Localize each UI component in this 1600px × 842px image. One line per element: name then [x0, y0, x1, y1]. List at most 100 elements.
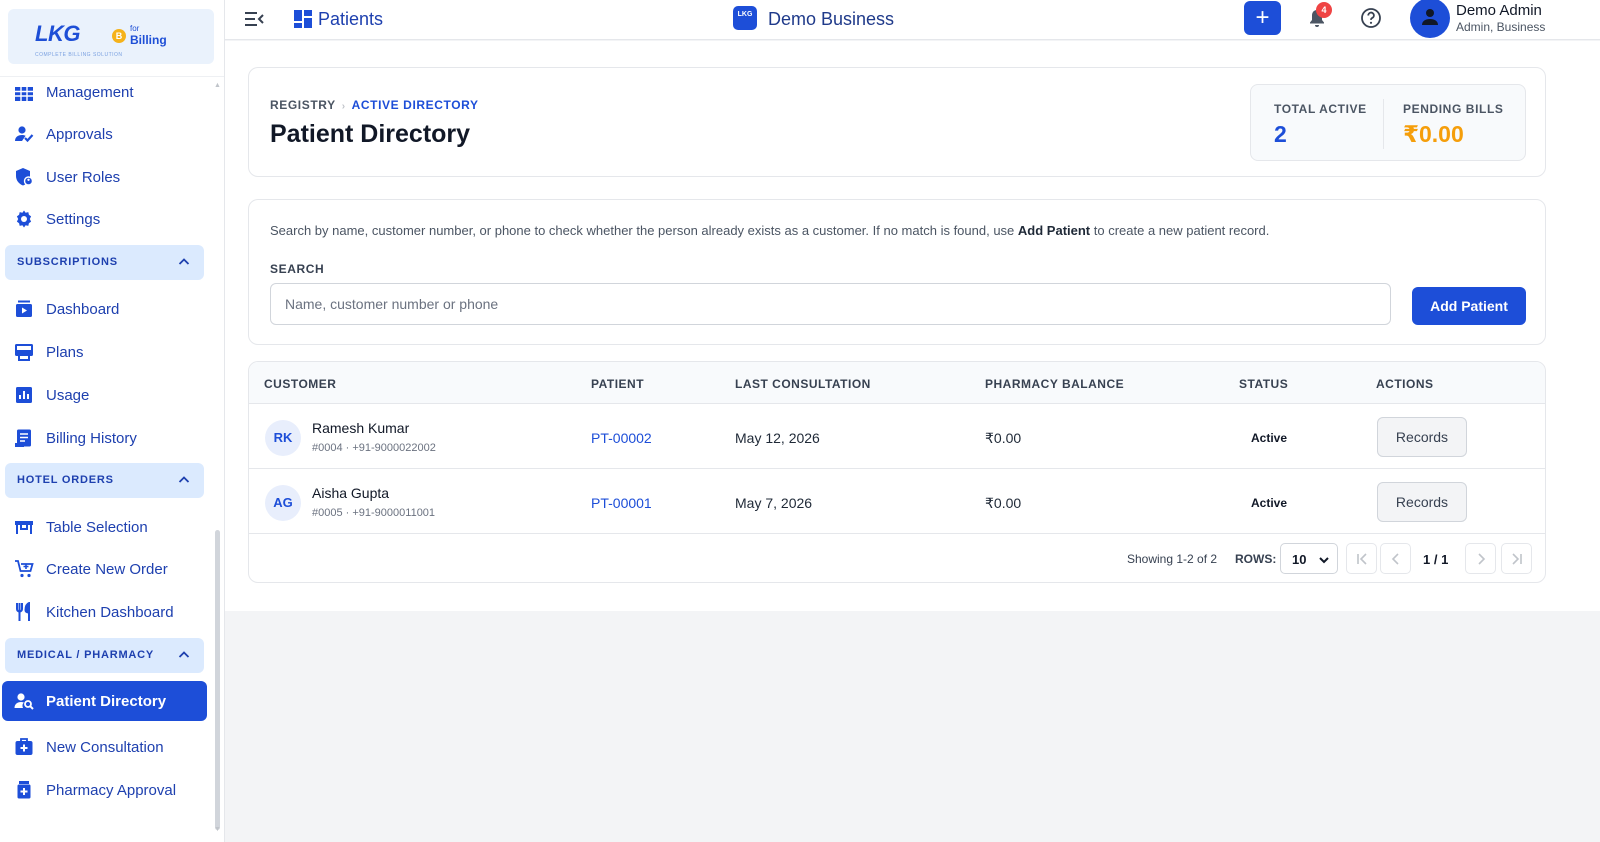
- next-page-button[interactable]: [1465, 543, 1496, 574]
- help-text-post: to create a new patient record.: [1090, 223, 1270, 238]
- section-hotel-orders[interactable]: HOTEL ORDERS: [5, 463, 204, 498]
- help-text-pre: Search by name, customer number, or phon…: [270, 223, 1018, 238]
- dashboard-grid-icon: [294, 10, 312, 28]
- search-label: SEARCH: [270, 262, 325, 276]
- avatar[interactable]: [1410, 0, 1450, 38]
- logo-text: LKG: [35, 21, 80, 46]
- search-input[interactable]: [270, 283, 1391, 325]
- sidebar-item-label: Plans: [46, 343, 84, 361]
- sidebar-item-label: Pharmacy Approval: [46, 781, 177, 799]
- records-button[interactable]: Records: [1377, 482, 1467, 522]
- sidebar-item-pharmacy-approval[interactable]: Pharmacy Approval: [0, 770, 207, 810]
- patient-id-link[interactable]: PT-00002: [591, 430, 652, 446]
- column-status: STATUS: [1239, 377, 1289, 391]
- divider: [1383, 99, 1384, 149]
- sidebar-item-label: Approvals: [46, 125, 113, 143]
- rows-per-page-select[interactable]: 10: [1280, 543, 1338, 574]
- plus-icon: +: [1255, 4, 1270, 31]
- column-last-consultation: LAST CONSULTATION: [735, 377, 871, 391]
- customer-name: Ramesh Kumar: [312, 420, 410, 436]
- app-logo[interactable]: LKG B for Billing COMPLETE BILLING SOLUT…: [8, 9, 214, 64]
- patient-id-link[interactable]: PT-00001: [591, 495, 652, 511]
- chevron-up-icon: [178, 258, 190, 265]
- chevron-up-icon: [178, 651, 190, 658]
- medical-kit-icon: [15, 738, 33, 755]
- help-icon[interactable]: [1360, 7, 1382, 29]
- last-consultation: May 12, 2026: [735, 430, 820, 446]
- total-active-label: TOTAL ACTIVE: [1274, 102, 1367, 116]
- section-subscriptions[interactable]: SUBSCRIPTIONS: [5, 245, 204, 280]
- section-medical-pharmacy[interactable]: MEDICAL / PHARMACY: [5, 638, 204, 673]
- sidebar-item-patient-directory[interactable]: Patient Directory: [2, 681, 207, 721]
- chevron-right-icon: [1478, 553, 1486, 565]
- topbar: Patients LKG Demo Business + 4 Demo Admi…: [225, 0, 1600, 40]
- last-consultation: May 7, 2026: [735, 495, 813, 511]
- sidebar-item-billing-history[interactable]: Billing History: [0, 418, 207, 458]
- customer-name: Aisha Gupta: [312, 485, 390, 501]
- sidebar-item-user-roles[interactable]: User Roles: [0, 157, 207, 197]
- section-title: MEDICAL / PHARMACY: [17, 649, 155, 661]
- logo-billing: Billing: [130, 33, 167, 47]
- quick-add-button[interactable]: +: [1244, 1, 1281, 35]
- sidebar-item-plans[interactable]: Plans: [0, 332, 207, 372]
- user-name[interactable]: Demo Admin: [1456, 2, 1542, 19]
- pending-bills-value: ₹0.00: [1403, 121, 1464, 147]
- sidebar-item-approvals[interactable]: Approvals: [0, 114, 207, 154]
- sidebar-item-usage[interactable]: Usage: [0, 375, 207, 415]
- sidebar-item-label: Patient Directory: [46, 692, 167, 710]
- business-name[interactable]: Demo Business: [768, 9, 894, 30]
- records-button[interactable]: Records: [1377, 417, 1467, 457]
- sidebar-scrollbar[interactable]: [215, 530, 220, 830]
- scroll-up-icon[interactable]: ▲: [214, 82, 221, 89]
- plans-icon: [15, 344, 33, 361]
- directory-header-card: REGISTRY › ACTIVE DIRECTORY Patient Direct…: [248, 67, 1546, 177]
- rows-per-page-value: 10: [1292, 552, 1307, 567]
- sidebar-item-management[interactable]: Management: [0, 72, 207, 112]
- sidebar-item-dashboard[interactable]: Dashboard: [0, 289, 207, 329]
- column-patient: PATIENT: [591, 377, 645, 391]
- section-title: HOTEL ORDERS: [17, 474, 114, 486]
- customer-meta: #0005 · +91-9000011001: [312, 507, 436, 519]
- sidebar-item-new-consultation[interactable]: New Consultation: [0, 727, 207, 767]
- avatar: RK: [265, 420, 301, 456]
- breadcrumb-active-directory[interactable]: ACTIVE DIRECTORY: [352, 98, 479, 112]
- menu-collapse-icon[interactable]: [243, 8, 265, 30]
- scroll-down-icon[interactable]: ▼: [214, 826, 221, 833]
- table-row: AG Aisha Gupta #0005 · +91-9000011001 PT…: [249, 469, 1545, 534]
- table-icon: [15, 521, 33, 534]
- pharmacy-icon: [17, 781, 31, 799]
- user-icon: [1422, 9, 1438, 25]
- sidebar-item-table-selection[interactable]: Table Selection: [0, 507, 207, 547]
- sidebar-item-label: Management: [46, 83, 134, 101]
- notification-badge: 4: [1316, 2, 1332, 18]
- first-page-icon: [1357, 553, 1367, 565]
- page-title: Patients: [318, 9, 384, 29]
- sidebar-item-label: Dashboard: [46, 300, 120, 318]
- sidebar: LKG B for Billing COMPLETE BILLING SOLUT…: [0, 0, 225, 842]
- pending-bills-label: PENDING BILLS: [1403, 102, 1504, 116]
- shield-user-icon: [16, 168, 34, 186]
- first-page-button[interactable]: [1346, 543, 1377, 574]
- dashboard-icon: [16, 300, 32, 317]
- sidebar-item-create-new-order[interactable]: Create New Order: [0, 549, 207, 589]
- breadcrumb: REGISTRY › ACTIVE DIRECTORY: [270, 98, 479, 112]
- add-patient-button[interactable]: Add Patient: [1412, 287, 1526, 325]
- sidebar-item-label: User Roles: [46, 168, 121, 186]
- logo-for: for: [130, 24, 140, 33]
- column-actions: ACTIONS: [1376, 377, 1434, 391]
- business-logo-text: LKG: [737, 11, 753, 18]
- help-text-bold: Add Patient: [1017, 223, 1091, 238]
- user-role: Admin, Business: [1456, 20, 1546, 34]
- chevron-up-icon: [178, 476, 190, 483]
- breadcrumb-registry[interactable]: REGISTRY: [270, 98, 336, 112]
- last-page-button[interactable]: [1501, 543, 1532, 574]
- receipt-icon: [15, 429, 31, 447]
- fork-knife-icon: [16, 602, 30, 621]
- section-title: SUBSCRIPTIONS: [17, 256, 118, 268]
- prev-page-button[interactable]: [1380, 543, 1411, 574]
- avatar: AG: [265, 485, 301, 521]
- sidebar-item-kitchen-dashboard[interactable]: Kitchen Dashboard: [0, 592, 207, 632]
- sidebar-item-label: Create New Order: [46, 560, 168, 578]
- sidebar-item-settings[interactable]: Settings: [0, 199, 207, 239]
- table-header: CUSTOMER PATIENT LAST CONSULTATION PHARM…: [249, 362, 1545, 404]
